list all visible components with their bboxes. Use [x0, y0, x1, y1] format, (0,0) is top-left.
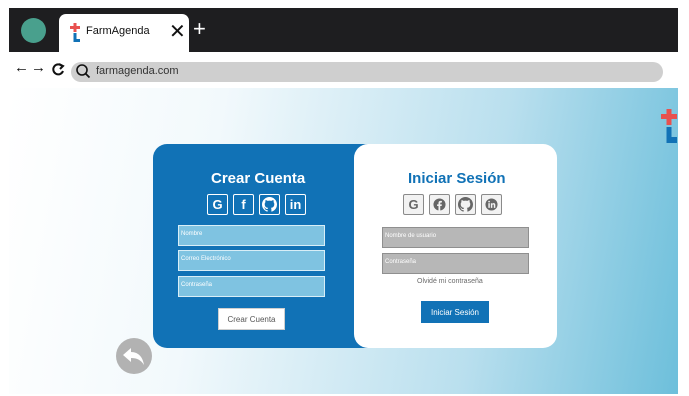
login-google-icon[interactable]: G	[403, 194, 424, 215]
page-content: Crear Cuenta G f in Nombre Correo Electr…	[9, 88, 678, 394]
back-arrow-icon[interactable]: ←	[14, 59, 29, 77]
login-panel: Iniciar Sesión G Nombre de usuario Contr…	[354, 144, 557, 348]
back-button[interactable]	[116, 338, 152, 374]
signup-panel: Crear Cuenta G f in Nombre Correo Electr…	[153, 144, 371, 348]
login-password-field[interactable]: Contraseña	[382, 253, 529, 274]
search-icon	[76, 64, 91, 79]
create-account-button[interactable]: Crear Cuenta	[218, 308, 285, 330]
login-facebook-icon[interactable]	[429, 194, 450, 215]
login-linkedin-icon[interactable]	[481, 194, 502, 215]
undo-arrow-icon	[123, 348, 144, 365]
reload-icon[interactable]	[51, 61, 65, 77]
close-tab-icon[interactable]: ✕	[169, 20, 186, 44]
signup-github-icon[interactable]	[259, 194, 280, 215]
login-title: Iniciar Sesión	[408, 170, 506, 187]
login-github-icon[interactable]	[455, 194, 476, 215]
navigation-bar: ← → farmagenda.com	[9, 52, 678, 88]
name-placeholder: Nombre	[181, 231, 203, 237]
tab-farmagenda[interactable]: FarmAgenda ✕	[59, 14, 189, 52]
farmagenda-logo-icon	[70, 23, 80, 42]
signup-google-icon[interactable]: G	[207, 194, 228, 215]
password-placeholder: Contraseña	[385, 259, 417, 265]
signup-linkedin-icon[interactable]: in	[285, 194, 306, 215]
farmagenda-brand-logo-icon	[661, 109, 677, 143]
login-button[interactable]: Iniciar Sesión	[421, 301, 489, 323]
signup-name-field[interactable]: Nombre	[178, 225, 325, 246]
tab-title: FarmAgenda	[86, 25, 150, 37]
login-username-field[interactable]: Nombre de usuario	[382, 227, 529, 248]
signup-email-field[interactable]: Correo Electrónico	[178, 250, 325, 271]
url-text[interactable]: farmagenda.com	[96, 65, 179, 77]
github-icon	[262, 197, 277, 212]
forgot-password-link[interactable]: Olvidé mi contraseña	[417, 278, 483, 285]
new-tab-icon[interactable]: +	[193, 17, 206, 41]
address-bar[interactable]: farmagenda.com	[71, 62, 663, 82]
github-icon	[458, 197, 473, 212]
profile-avatar[interactable]	[21, 18, 46, 43]
forward-arrow-icon[interactable]: →	[31, 59, 46, 77]
username-placeholder: Nombre de usuario	[385, 233, 437, 239]
facebook-icon	[433, 198, 446, 211]
linkedin-icon	[485, 198, 498, 211]
email-placeholder: Correo Electrónico	[181, 256, 231, 262]
tab-bar: FarmAgenda ✕ +	[9, 8, 678, 52]
signup-password-field[interactable]: Contraseña	[178, 276, 325, 297]
password-placeholder: Contraseña	[181, 282, 213, 288]
signup-title: Crear Cuenta	[211, 170, 306, 187]
browser-window: FarmAgenda ✕ + ← → farmagenda.com Crear …	[9, 8, 678, 394]
signup-facebook-icon[interactable]: f	[233, 194, 254, 215]
